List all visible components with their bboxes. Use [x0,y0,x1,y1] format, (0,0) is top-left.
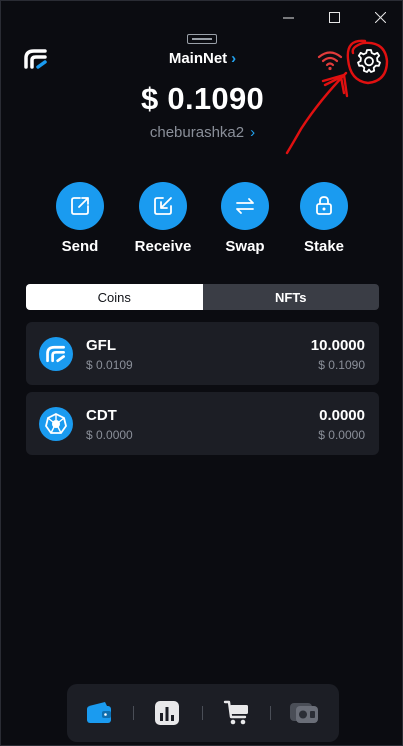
tab-coins[interactable]: Coins [26,284,203,310]
coin-amount: 10.0000 [310,337,365,354]
total-balance: $ 0.1090 [140,81,265,116]
nav-separator [133,706,134,720]
title-bar [1,1,403,33]
send-button[interactable]: Send [40,182,120,255]
cdt-coin-icon [39,407,73,441]
gfl-coin-icon [39,337,73,371]
nav-wallet[interactable] [84,698,114,728]
nft-icon [290,703,318,723]
stake-label: Stake [303,238,345,255]
app-window: MainNet › $ 0.1090 cheburashka2 › Send R… [0,0,403,746]
coin-price: $ 0.0109 [86,358,133,372]
nav-market[interactable] [222,698,252,728]
bar-chart-icon [155,701,179,725]
minimize-icon [282,17,294,18]
tab-nfts[interactable]: NFTs [203,284,380,310]
swap-button[interactable]: Swap [205,182,285,255]
wifi-icon[interactable] [317,49,343,71]
nav-separator [202,706,203,720]
account-selector[interactable]: cheburashka2 › [1,124,403,141]
wallet-icon [87,702,111,723]
coin-row-gfl[interactable]: GFL $ 0.0109 10.0000 $ 0.1090 [26,322,379,385]
lock-icon [300,182,348,230]
maximize-icon [328,11,340,23]
gear-icon[interactable] [356,48,382,74]
coin-price: $ 0.0000 [86,428,133,442]
chevron-right-icon: › [231,50,237,67]
asset-tabs: Coins NFTs [26,284,379,310]
nav-nft[interactable] [289,698,319,728]
coin-value: $ 0.1090 [318,358,365,372]
close-icon [374,11,386,23]
nav-separator [270,706,271,720]
coin-row-cdt[interactable]: CDT $ 0.0000 0.0000 $ 0.0000 [26,392,379,455]
coin-symbol: GFL [86,337,116,354]
stake-button[interactable]: Stake [284,182,364,255]
drag-handle[interactable] [187,34,217,44]
swap-label: Swap [225,238,265,255]
action-bar: Send Receive Swap Stake [1,182,403,262]
maximize-button[interactable] [311,1,357,33]
coin-symbol: CDT [86,407,117,424]
receive-icon [139,182,187,230]
cart-icon [223,700,248,725]
minimize-button[interactable] [265,1,311,33]
coin-value: $ 0.0000 [318,428,365,442]
close-button[interactable] [357,1,403,33]
network-label: MainNet [168,50,228,67]
send-label: Send [61,238,99,255]
receive-button[interactable]: Receive [123,182,203,255]
nav-stats[interactable] [152,698,182,728]
coin-amount: 0.0000 [319,407,365,424]
send-icon [56,182,104,230]
swap-icon [221,182,269,230]
receive-label: Receive [134,238,192,255]
bottom-nav [67,684,339,742]
chevron-right-icon: › [250,124,256,141]
account-name: cheburashka2 [149,124,245,141]
